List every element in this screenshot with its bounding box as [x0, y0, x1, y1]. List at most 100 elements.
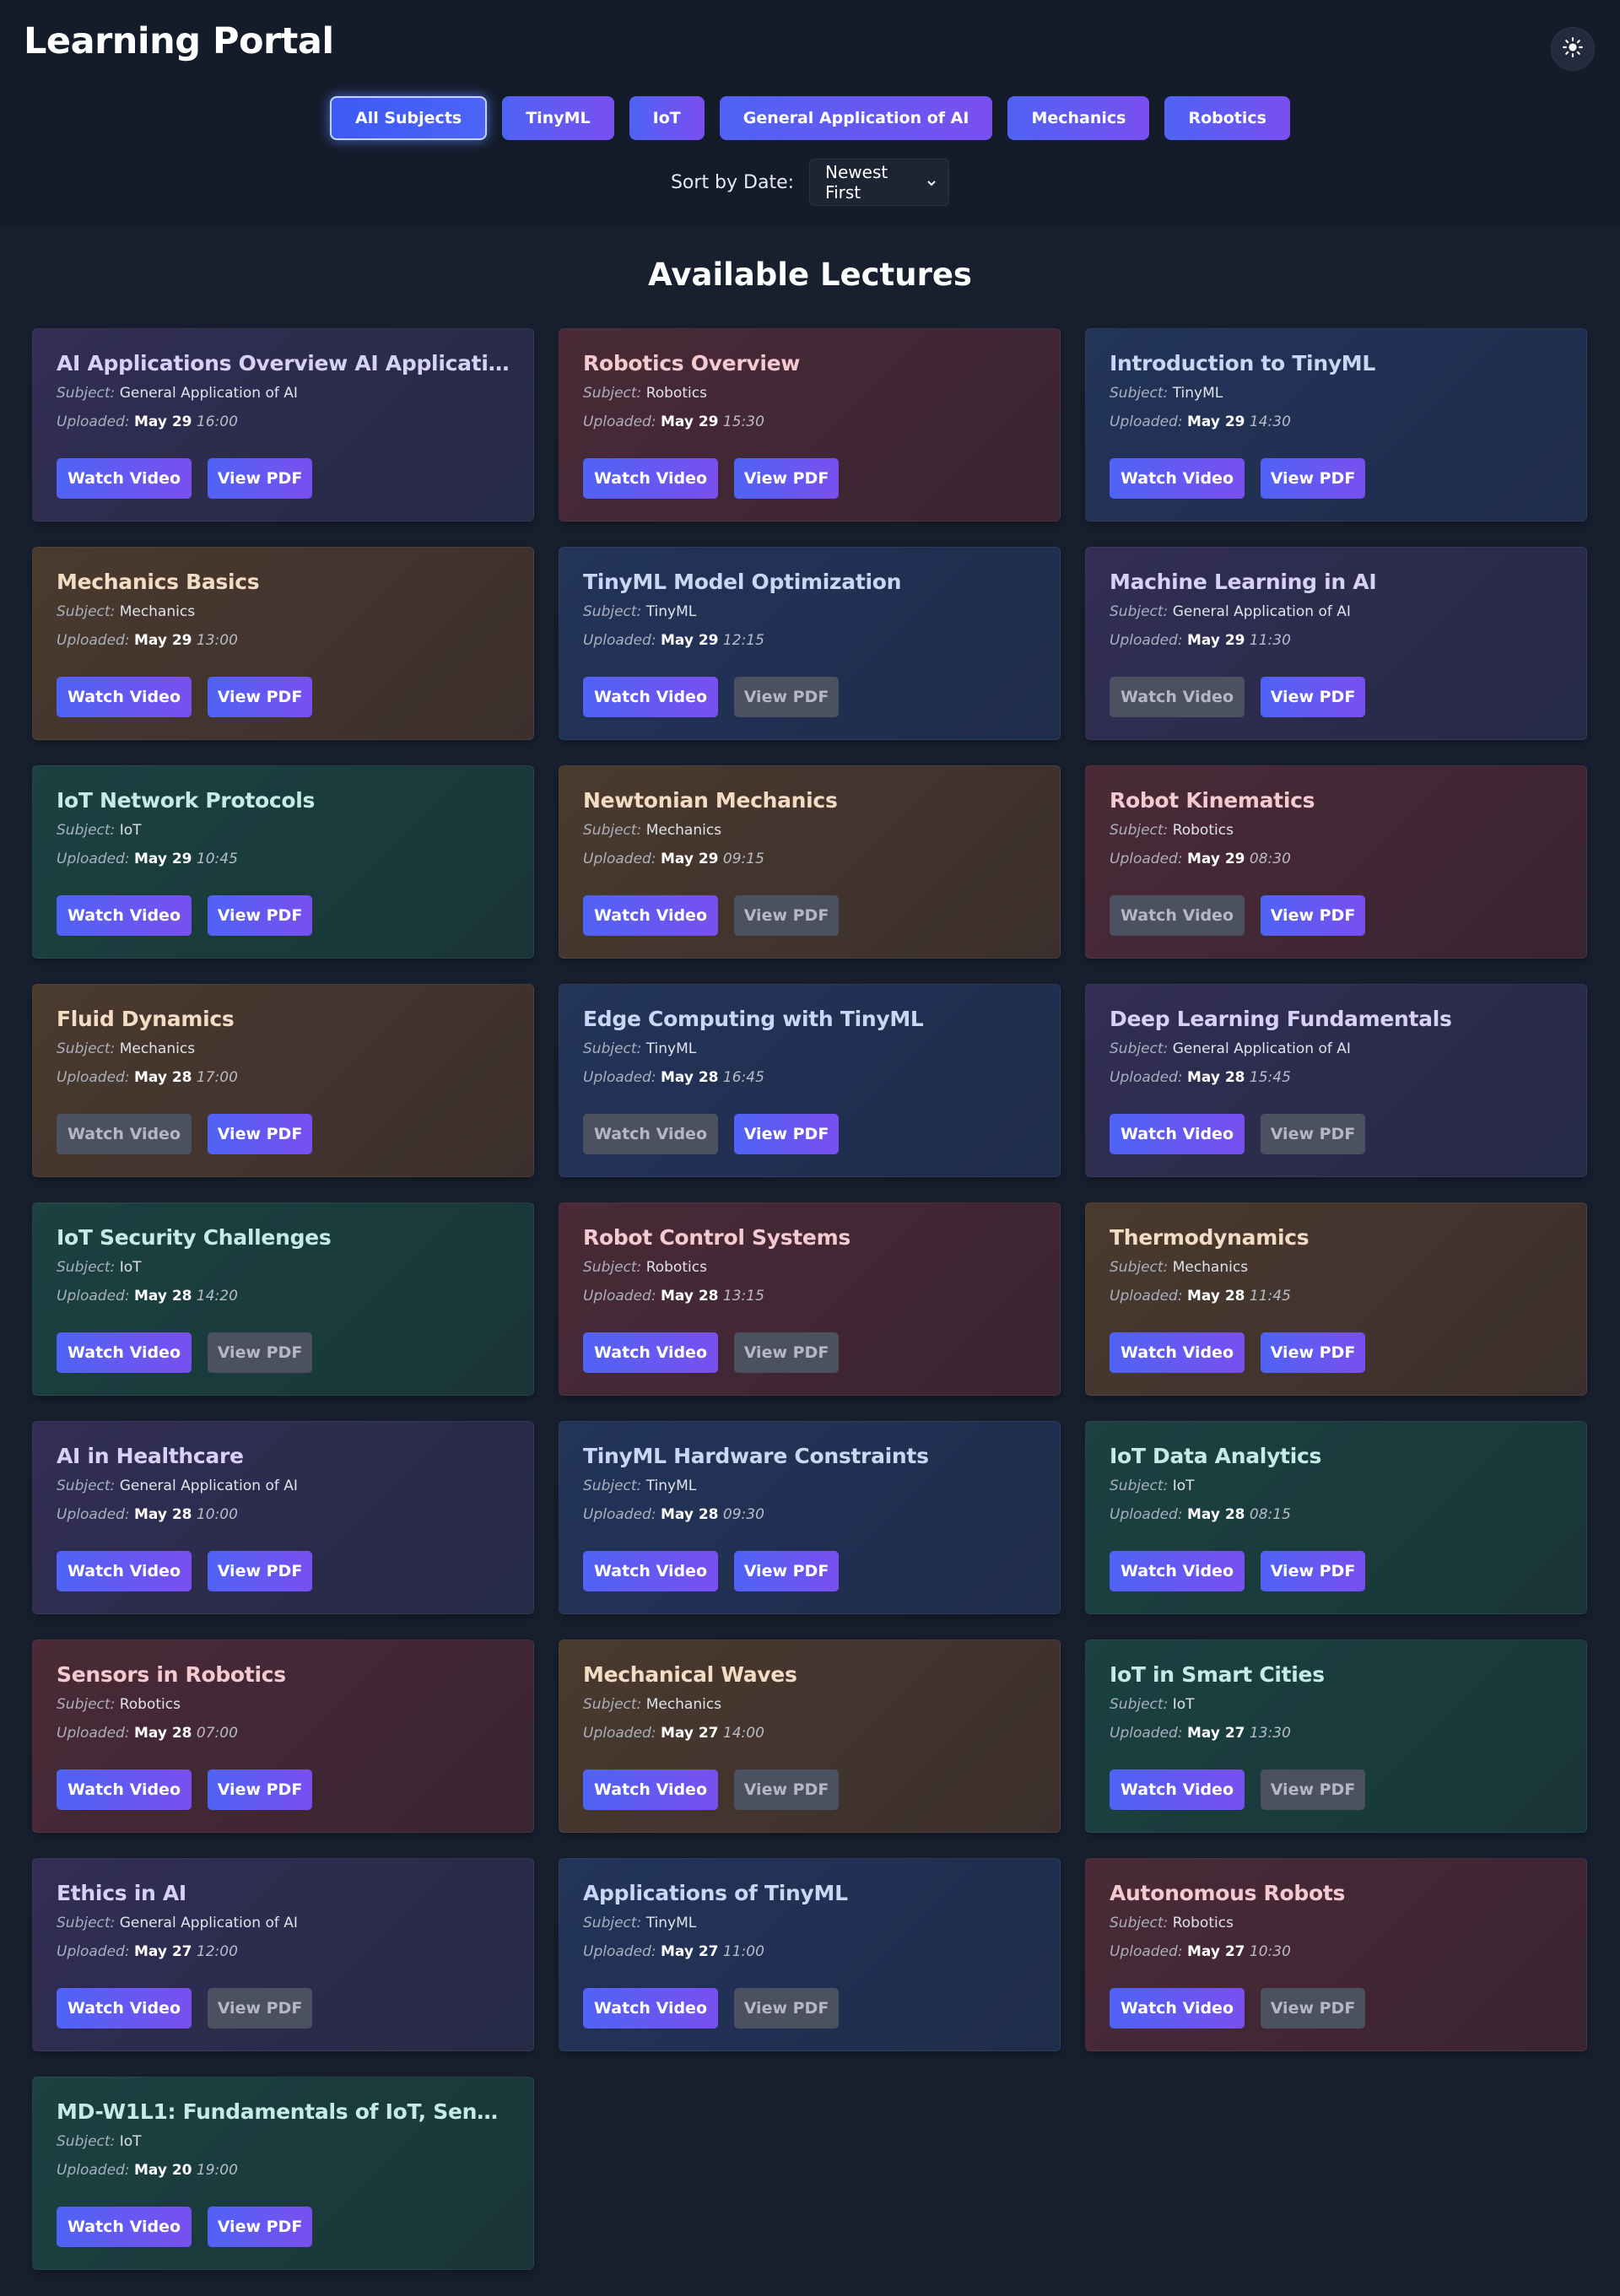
- view-pdf-button[interactable]: View PDF: [208, 1988, 312, 2029]
- upload-time: 12:00: [196, 1943, 238, 1960]
- lecture-subject: Subject: General Application of AI: [57, 1478, 510, 1494]
- uploaded-label: Uploaded:: [1110, 851, 1183, 867]
- view-pdf-button[interactable]: View PDF: [734, 1114, 839, 1154]
- watch-video-button[interactable]: Watch Video: [1110, 1988, 1245, 2029]
- filter-iot[interactable]: IoT: [629, 96, 705, 140]
- lecture-subject: Subject: TinyML: [583, 603, 1036, 620]
- lecture-uploaded: Uploaded: May 28 10:00: [57, 1506, 510, 1523]
- upload-date: May 20: [133, 2162, 192, 2179]
- lecture-card: Introduction to TinyML Subject: TinyML Upl…: [1085, 328, 1587, 521]
- uploaded-label: Uploaded:: [57, 1288, 130, 1305]
- view-pdf-button[interactable]: View PDF: [208, 1551, 312, 1591]
- upload-time: 14:20: [196, 1288, 238, 1305]
- lecture-title: Robot Control Systems: [583, 1225, 850, 1250]
- view-pdf-button[interactable]: View PDF: [734, 458, 839, 499]
- lecture-card: TinyML Model Optimization Subject: TinyML…: [559, 547, 1061, 740]
- upload-date: May 28: [1186, 1506, 1245, 1523]
- upload-date: May 29: [1186, 632, 1245, 649]
- lecture-uploaded: Uploaded: May 29 08:30: [1110, 851, 1563, 867]
- lecture-title: Fluid Dynamics: [57, 1007, 235, 1031]
- watch-video-button[interactable]: Watch Video: [583, 895, 718, 936]
- lecture-subject: Subject: Mechanics: [583, 822, 1036, 839]
- upload-time: 16:45: [722, 1069, 764, 1086]
- view-pdf-button[interactable]: View PDF: [734, 677, 839, 717]
- view-pdf-button[interactable]: View PDF: [1261, 458, 1365, 499]
- view-pdf-button[interactable]: View PDF: [1261, 1114, 1365, 1154]
- card-actions: Watch Video View PDF: [583, 677, 839, 717]
- upload-date: May 28: [133, 1069, 192, 1086]
- subject-label: Subject:: [57, 2133, 116, 2150]
- view-pdf-button[interactable]: View PDF: [734, 1769, 839, 1810]
- watch-video-button[interactable]: Watch Video: [1110, 1769, 1245, 1810]
- view-pdf-button[interactable]: View PDF: [734, 1988, 839, 2029]
- watch-video-button[interactable]: Watch Video: [1110, 1332, 1245, 1373]
- watch-video-button[interactable]: Watch Video: [1110, 1114, 1245, 1154]
- watch-video-button[interactable]: Watch Video: [583, 1332, 718, 1373]
- upload-time: 08:30: [1249, 851, 1291, 867]
- subject-label: Subject:: [57, 603, 116, 620]
- view-pdf-button[interactable]: View PDF: [208, 1114, 312, 1154]
- lecture-subject: Subject: Robotics: [1110, 822, 1563, 839]
- lecture-subject: Subject: TinyML: [583, 1915, 1036, 1931]
- view-pdf-button[interactable]: View PDF: [1261, 1332, 1365, 1373]
- uploaded-label: Uploaded:: [583, 851, 656, 867]
- view-pdf-button[interactable]: View PDF: [208, 458, 312, 499]
- watch-video-button[interactable]: Watch Video: [57, 895, 192, 936]
- view-pdf-button[interactable]: View PDF: [1261, 1551, 1365, 1591]
- view-pdf-button[interactable]: View PDF: [734, 1551, 839, 1591]
- sort-select[interactable]: Newest First: [809, 159, 950, 206]
- filter-robotics[interactable]: Robotics: [1164, 96, 1290, 140]
- watch-video-button[interactable]: Watch Video: [583, 1551, 718, 1591]
- card-actions: Watch Video View PDF: [1110, 677, 1365, 717]
- upload-time: 13:15: [722, 1288, 764, 1305]
- watch-video-button[interactable]: Watch Video: [57, 1114, 192, 1154]
- watch-video-button[interactable]: Watch Video: [1110, 1551, 1245, 1591]
- subject-value: Mechanics: [645, 822, 722, 839]
- theme-toggle-button[interactable]: [1551, 27, 1595, 71]
- uploaded-label: Uploaded:: [1110, 413, 1183, 430]
- watch-video-button[interactable]: Watch Video: [57, 1551, 192, 1591]
- upload-time: 15:45: [1249, 1069, 1291, 1086]
- view-pdf-button[interactable]: View PDF: [208, 677, 312, 717]
- watch-video-button[interactable]: Watch Video: [583, 458, 718, 499]
- lecture-subject: Subject: IoT: [57, 2133, 510, 2150]
- view-pdf-button[interactable]: View PDF: [1261, 1988, 1365, 2029]
- watch-video-button[interactable]: Watch Video: [57, 1769, 192, 1810]
- view-pdf-button[interactable]: View PDF: [208, 1332, 312, 1373]
- watch-video-button[interactable]: Watch Video: [1110, 677, 1245, 717]
- upload-time: 13:00: [196, 632, 238, 649]
- filter-mechanics[interactable]: Mechanics: [1007, 96, 1150, 140]
- watch-video-button[interactable]: Watch Video: [57, 1332, 192, 1373]
- lecture-subject: Subject: General Application of AI: [1110, 603, 1563, 620]
- view-pdf-button[interactable]: View PDF: [734, 895, 839, 936]
- upload-time: 16:00: [196, 413, 238, 430]
- view-pdf-button[interactable]: View PDF: [208, 2207, 312, 2247]
- filter-tinyml[interactable]: TinyML: [502, 96, 614, 140]
- view-pdf-button[interactable]: View PDF: [208, 895, 312, 936]
- watch-video-button[interactable]: Watch Video: [57, 458, 192, 499]
- view-pdf-button[interactable]: View PDF: [734, 1332, 839, 1373]
- subject-value: TinyML: [1172, 385, 1223, 402]
- view-pdf-button[interactable]: View PDF: [208, 1769, 312, 1810]
- watch-video-button[interactable]: Watch Video: [57, 677, 192, 717]
- view-pdf-button[interactable]: View PDF: [1261, 895, 1365, 936]
- watch-video-button[interactable]: Watch Video: [1110, 458, 1245, 499]
- watch-video-button[interactable]: Watch Video: [583, 677, 718, 717]
- upload-date: May 28: [133, 1725, 192, 1742]
- watch-video-button[interactable]: Watch Video: [1110, 895, 1245, 936]
- lecture-title: Sensors in Robotics: [57, 1662, 286, 1687]
- filter-general-application-of-ai[interactable]: General Application of AI: [719, 96, 993, 140]
- watch-video-button[interactable]: Watch Video: [583, 1114, 718, 1154]
- view-pdf-button[interactable]: View PDF: [1261, 677, 1365, 717]
- lecture-card: Edge Computing with TinyML Subject: TinyM…: [559, 984, 1061, 1177]
- subject-value: General Application of AI: [1172, 603, 1351, 620]
- view-pdf-button[interactable]: View PDF: [1261, 1769, 1365, 1810]
- filter-all-subjects[interactable]: All Subjects: [330, 96, 488, 140]
- watch-video-button[interactable]: Watch Video: [57, 1988, 192, 2029]
- lecture-uploaded: Uploaded: May 28 07:00: [57, 1725, 510, 1742]
- subject-label: Subject:: [1110, 1040, 1169, 1057]
- subject-filter-bar: All Subjects TinyML IoT General Applicat…: [0, 96, 1620, 142]
- watch-video-button[interactable]: Watch Video: [57, 2207, 192, 2247]
- watch-video-button[interactable]: Watch Video: [583, 1988, 718, 2029]
- watch-video-button[interactable]: Watch Video: [583, 1769, 718, 1810]
